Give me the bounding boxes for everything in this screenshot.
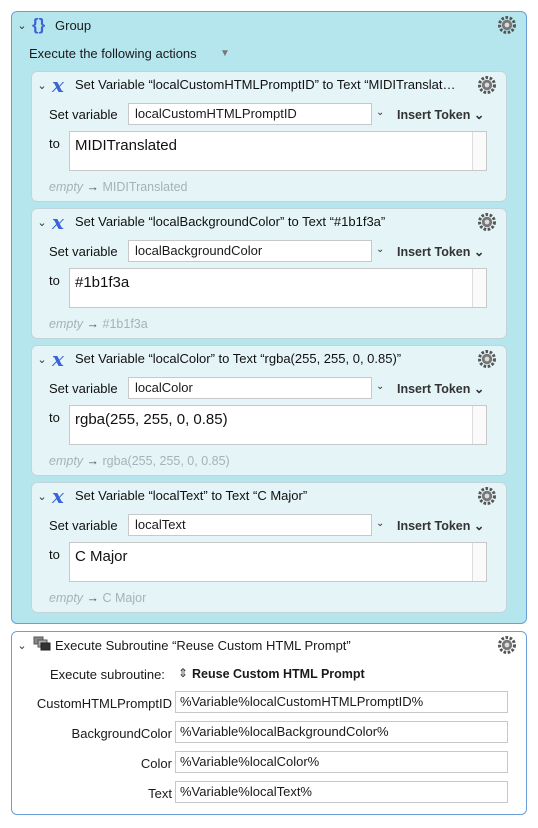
text-value: #1b1f3a	[75, 274, 130, 291]
text-value: MIDITranslated	[75, 137, 177, 154]
group-title: Group	[55, 18, 92, 33]
set-variable-action-4: ⌄ x Set Variable “localText” to Text “C …	[31, 482, 507, 613]
param-field[interactable]: %Variable%localText%	[175, 781, 508, 803]
variable-x-icon: x	[52, 347, 64, 371]
result-preview: empty → rgba(255, 255, 0, 0.85)	[49, 454, 230, 468]
subroutine-gear-icon[interactable]	[496, 634, 518, 656]
action-title: Set Variable “localText” to Text “C Majo…	[75, 488, 308, 503]
action-title: Set Variable “localCustomHTMLPromptID” t…	[75, 77, 456, 92]
text-value-area[interactable]: rgba(255, 255, 0, 0.85)	[69, 405, 487, 445]
action-collapse-chevron-icon[interactable]: ⌄	[36, 217, 48, 229]
variable-x-icon: x	[52, 484, 64, 508]
result-preview: empty → MIDITranslated	[49, 180, 188, 194]
subroutine-collapse-chevron-icon[interactable]: ⌄	[16, 640, 28, 652]
text-value: C Major	[75, 548, 128, 565]
insert-token-button[interactable]: Insert Token ⌄	[397, 244, 484, 259]
result-preview: empty → C Major	[49, 591, 147, 605]
subroutine-popup-updown-icon[interactable]: ⇕	[178, 666, 188, 680]
to-label: to	[49, 273, 60, 288]
set-variable-label: Set variable	[49, 518, 118, 533]
group-collapse-chevron-icon[interactable]: ⌄	[16, 20, 28, 32]
execute-subroutine-label: Execute subroutine:	[50, 667, 165, 682]
action-gear-icon[interactable]	[476, 485, 498, 507]
action-gear-icon[interactable]	[476, 348, 498, 370]
param-label: BackgroundColor	[71, 726, 172, 741]
set-variable-label: Set variable	[49, 107, 118, 122]
text-value-area[interactable]: MIDITranslated	[69, 131, 487, 171]
execute-mode-label: Execute the following actions	[29, 46, 197, 61]
insert-token-button[interactable]: Insert Token ⌄	[397, 518, 484, 533]
scrollbar[interactable]	[472, 543, 486, 581]
variable-x-icon: x	[52, 73, 64, 97]
insert-token-button[interactable]: Insert Token ⌄	[397, 381, 484, 396]
variable-name-dropdown-icon[interactable]: ⌄	[376, 518, 384, 529]
text-value: rgba(255, 255, 0, 0.85)	[75, 411, 228, 428]
variable-x-icon: x	[52, 210, 64, 234]
set-variable-label: Set variable	[49, 381, 118, 396]
param-field[interactable]: %Variable%localColor%	[175, 751, 508, 773]
scrollbar[interactable]	[472, 132, 486, 170]
param-label: Color	[140, 756, 172, 771]
text-value-area[interactable]: C Major	[69, 542, 487, 582]
action-collapse-chevron-icon[interactable]: ⌄	[36, 80, 48, 92]
to-label: to	[49, 136, 60, 151]
scrollbar[interactable]	[472, 406, 486, 444]
result-preview: empty → #1b1f3a	[49, 317, 148, 331]
param-label: CustomHTMLPromptID	[36, 696, 172, 711]
scrollbar[interactable]	[472, 269, 486, 307]
execute-subroutine-action: ⌄ Execute Subroutine “Reuse Custom HTML …	[11, 631, 527, 815]
variable-name-dropdown-icon[interactable]: ⌄	[376, 244, 384, 255]
set-variable-label: Set variable	[49, 244, 118, 259]
action-collapse-chevron-icon[interactable]: ⌄	[36, 491, 48, 503]
param-label: Text	[148, 786, 172, 801]
subroutine-selector[interactable]: Reuse Custom HTML Prompt	[192, 667, 365, 681]
variable-name-field[interactable]: localBackgroundColor	[128, 240, 372, 262]
action-collapse-chevron-icon[interactable]: ⌄	[36, 354, 48, 366]
group-braces-icon: {}	[32, 15, 46, 34]
text-value-area[interactable]: #1b1f3a	[69, 268, 487, 308]
variable-name-field[interactable]: localColor	[128, 377, 372, 399]
action-title: Set Variable “localColor” to Text “rgba(…	[75, 351, 402, 366]
group-gear-icon[interactable]	[496, 14, 518, 36]
set-variable-action-3: ⌄ x Set Variable “localColor” to Text “r…	[31, 345, 507, 476]
variable-name-field[interactable]: localCustomHTMLPromptID	[128, 103, 372, 125]
execute-mode-dropdown-icon[interactable]: ▼	[220, 48, 230, 59]
insert-token-button[interactable]: Insert Token ⌄	[397, 107, 484, 122]
set-variable-action-2: ⌄ x Set Variable “localBackgroundColor” …	[31, 208, 507, 339]
set-variable-action-1: ⌄ x Set Variable “localCustomHTMLPromptI…	[31, 71, 507, 202]
variable-name-dropdown-icon[interactable]: ⌄	[376, 107, 384, 118]
to-label: to	[49, 410, 60, 425]
param-field[interactable]: %Variable%localBackgroundColor%	[175, 721, 508, 743]
action-gear-icon[interactable]	[476, 211, 498, 233]
subroutine-title: Execute Subroutine “Reuse Custom HTML Pr…	[55, 638, 351, 653]
variable-name-field[interactable]: localText	[128, 514, 372, 536]
action-gear-icon[interactable]	[476, 74, 498, 96]
variable-name-dropdown-icon[interactable]: ⌄	[376, 381, 384, 392]
param-field[interactable]: %Variable%localCustomHTMLPromptID%	[175, 691, 508, 713]
to-label: to	[49, 547, 60, 562]
action-title: Set Variable “localBackgroundColor” to T…	[75, 214, 386, 229]
subroutine-icon	[33, 636, 51, 652]
